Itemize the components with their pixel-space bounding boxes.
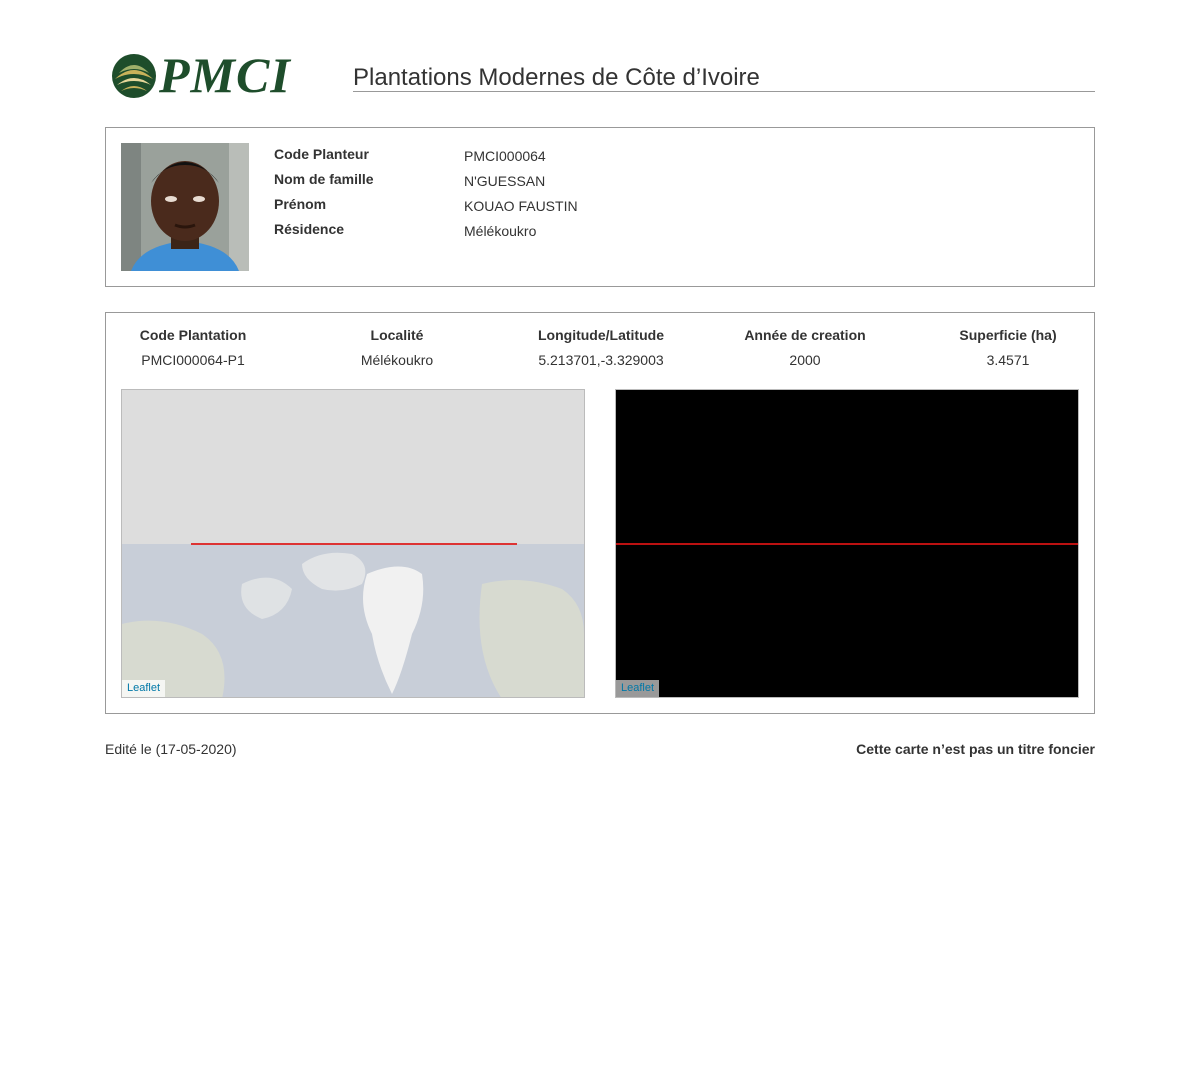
code-plantation-header: Code Plantation [139, 327, 247, 343]
plantation-panel: Code Plantation PMCI000064-P1 Localité M… [105, 312, 1095, 714]
leaflet-attribution-link[interactable]: Leaflet [616, 680, 660, 697]
plantation-column: Superficie (ha) 3.4571 [918, 327, 1098, 368]
localite-value: Mélékoukro [360, 352, 434, 368]
disclaimer: Cette carte n’est pas un titre foncier [856, 741, 1095, 757]
code-plantation-value: PMCI000064-P1 [141, 352, 245, 368]
residence-value: Mélékoukro [464, 223, 537, 239]
portrait-image [121, 143, 249, 271]
plantation-boundary-line [191, 543, 517, 545]
planter-panel: Code Planteur PMCI000064 Nom de famille … [105, 127, 1095, 287]
page-header: PMCI Plantations Modernes de Côte d’Ivoi… [105, 45, 1095, 105]
edit-date: Edité le (17-05-2020) [105, 741, 237, 757]
leaflet-attribution-link[interactable]: Leaflet [122, 680, 166, 697]
plantation-column: Année de creation 2000 [715, 327, 895, 368]
longitude-latitude-header: Longitude/Latitude [538, 327, 664, 343]
prenom-value: KOUAO FAUSTIN [464, 198, 578, 214]
superficie-value: 3.4571 [986, 352, 1030, 368]
planter-photo [121, 143, 249, 271]
plantation-column: Code Plantation PMCI000064-P1 [103, 327, 283, 368]
code-planteur-label: Code Planteur [274, 146, 369, 162]
page-title: Plantations Modernes de Côte d’Ivoire [353, 65, 1095, 92]
localite-header: Localité [370, 327, 424, 343]
palm-leaf-icon [112, 54, 156, 98]
plantation-column: Localité Mélékoukro [307, 327, 487, 368]
map-tiles [122, 544, 584, 697]
code-planteur-value: PMCI000064 [464, 148, 546, 164]
superficie-header: Superficie (ha) [959, 327, 1057, 343]
prenom-label: Prénom [274, 196, 327, 212]
pmci-logo: PMCI [111, 47, 311, 103]
map-right[interactable]: Leaflet [615, 389, 1079, 698]
nom-de-famille-value: N'GUESSAN [464, 173, 546, 189]
annee-creation-header: Année de creation [744, 327, 866, 343]
map-left[interactable]: Leaflet [121, 389, 585, 698]
plantation-column: Longitude/Latitude 5.213701,-3.329003 [511, 327, 691, 368]
residence-label: Résidence [274, 221, 345, 237]
nom-de-famille-label: Nom de famille [274, 171, 374, 187]
plantation-boundary-line [616, 543, 1078, 545]
annee-creation-value: 2000 [789, 352, 821, 368]
logo-text: PMCI [159, 47, 291, 103]
longitude-latitude-value: 5.213701,-3.329003 [538, 352, 664, 368]
